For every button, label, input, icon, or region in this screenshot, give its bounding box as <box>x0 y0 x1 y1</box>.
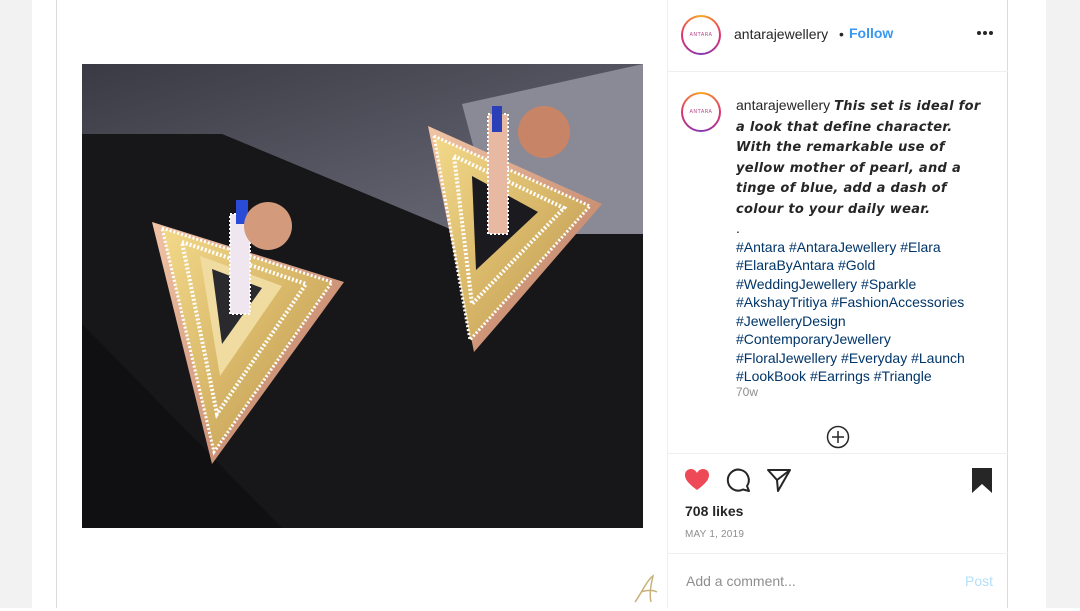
caption-avatar[interactable]: ANTARA <box>681 92 721 132</box>
hashtag-link[interactable]: #JewelleryDesign <box>736 313 846 329</box>
hashtag-list: #Antara #AntaraJewellery #Elara #ElaraBy… <box>736 238 991 386</box>
action-bar <box>668 458 1008 502</box>
page-backdrop-right <box>1046 0 1080 608</box>
hashtag-link[interactable]: #ElaraByAntara <box>736 257 834 273</box>
caption-time-ago[interactable]: 70w <box>736 385 758 399</box>
caption-avatar-text: ANTARA <box>689 109 713 115</box>
signature-watermark-icon <box>631 572 661 606</box>
caption-username[interactable]: antarajewellery <box>736 97 830 113</box>
follow-button[interactable]: Follow <box>849 25 893 41</box>
header-username[interactable]: antarajewellery <box>734 26 828 42</box>
hashtag-link[interactable]: #FloralJewellery <box>736 350 837 366</box>
media-pane <box>57 0 667 608</box>
post-header: ANTARA antarajewellery • Follow <box>668 0 1008 72</box>
comment-input[interactable] <box>684 572 938 590</box>
hashtag-link[interactable]: #AntaraJewellery <box>789 239 896 255</box>
hashtag-link[interactable]: #Everyday <box>841 350 907 366</box>
hashtag-link[interactable]: #Triangle <box>874 368 932 384</box>
bookmark-icon[interactable] <box>968 466 996 494</box>
hashtag-link[interactable]: #AkshayTritiya <box>736 294 827 310</box>
comment-icon[interactable] <box>724 466 752 494</box>
likes-count[interactable]: 708 likes <box>685 503 743 519</box>
hashtag-link[interactable]: #Launch <box>911 350 965 366</box>
caption-text: This set is ideal for a look that define… <box>736 99 981 217</box>
hashtag-link[interactable]: #Sparkle <box>861 276 916 292</box>
load-more-comments-icon[interactable] <box>826 425 850 449</box>
avatar[interactable]: ANTARA <box>681 15 721 55</box>
heart-icon[interactable] <box>683 466 711 494</box>
hashtag-link[interactable]: #ContemporaryJewellery <box>736 331 891 347</box>
post-dialog: ANTARA antarajewellery • Follow ANTARA a… <box>56 0 1008 608</box>
caption-dot: . <box>736 220 740 236</box>
hashtag-link[interactable]: #Gold <box>838 257 875 273</box>
hashtag-link[interactable]: #Antara <box>736 239 785 255</box>
hashtag-link[interactable]: #FashionAccessories <box>831 294 964 310</box>
post-comment-button[interactable]: Post <box>965 573 993 589</box>
comments-section: ANTARA antarajewellery This set is ideal… <box>668 72 1008 454</box>
hashtag-link[interactable]: #Elara <box>900 239 940 255</box>
caption: antarajewellery This set is ideal for a … <box>736 96 991 386</box>
comment-bar: Post <box>668 553 1008 608</box>
avatar-text: ANTARA <box>689 32 713 38</box>
header-separator: • <box>839 26 844 42</box>
hashtag-link[interactable]: #Earrings <box>810 368 870 384</box>
more-options-icon[interactable] <box>974 22 996 44</box>
post-photo[interactable] <box>82 64 643 528</box>
share-icon[interactable] <box>765 466 793 494</box>
post-date: MAY 1, 2019 <box>685 529 745 540</box>
page-backdrop-left <box>0 0 32 608</box>
hashtag-link[interactable]: #WeddingJewellery <box>736 276 857 292</box>
hashtag-link[interactable]: #LookBook <box>736 368 806 384</box>
post-sidebar: ANTARA antarajewellery • Follow ANTARA a… <box>667 0 1008 608</box>
